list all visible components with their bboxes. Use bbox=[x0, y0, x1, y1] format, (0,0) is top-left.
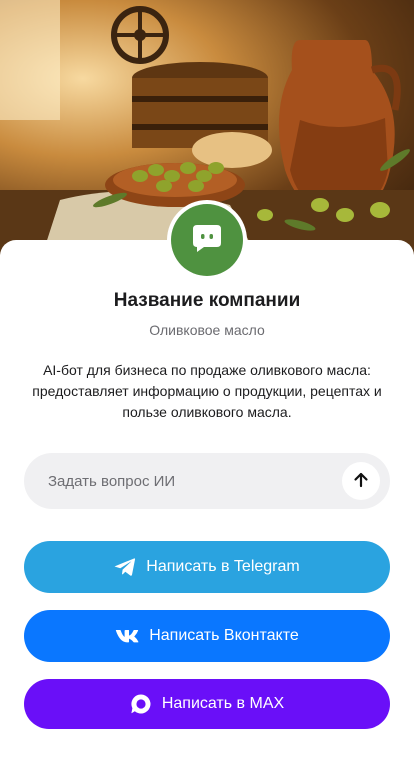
max-icon bbox=[130, 693, 152, 715]
max-button-label: Написать в MAX bbox=[161, 695, 285, 712]
telegram-button[interactable]: Написать в Telegram bbox=[24, 541, 390, 593]
company-name: Название компании bbox=[113, 290, 301, 311]
ask-ai-input[interactable] bbox=[48, 472, 342, 490]
bot-chat-icon bbox=[190, 221, 224, 260]
avatar bbox=[167, 200, 247, 280]
vk-button-label: Написать Вконтакте bbox=[149, 627, 299, 644]
telegram-icon bbox=[114, 557, 136, 577]
max-button[interactable]: Написать в MAX bbox=[24, 679, 390, 729]
company-category: Оливковое масло bbox=[149, 322, 265, 338]
company-description: AI-бот для бизнеса по продаже оливкового… bbox=[32, 362, 382, 420]
ask-ai-box bbox=[24, 453, 390, 509]
vk-button[interactable]: Написать Вконтакте bbox=[24, 610, 390, 662]
arrow-up-icon bbox=[352, 471, 370, 492]
vk-icon bbox=[115, 628, 139, 644]
telegram-button-label: Написать в Telegram bbox=[146, 558, 300, 575]
send-button[interactable] bbox=[342, 462, 380, 500]
avatar-circle bbox=[171, 204, 243, 276]
